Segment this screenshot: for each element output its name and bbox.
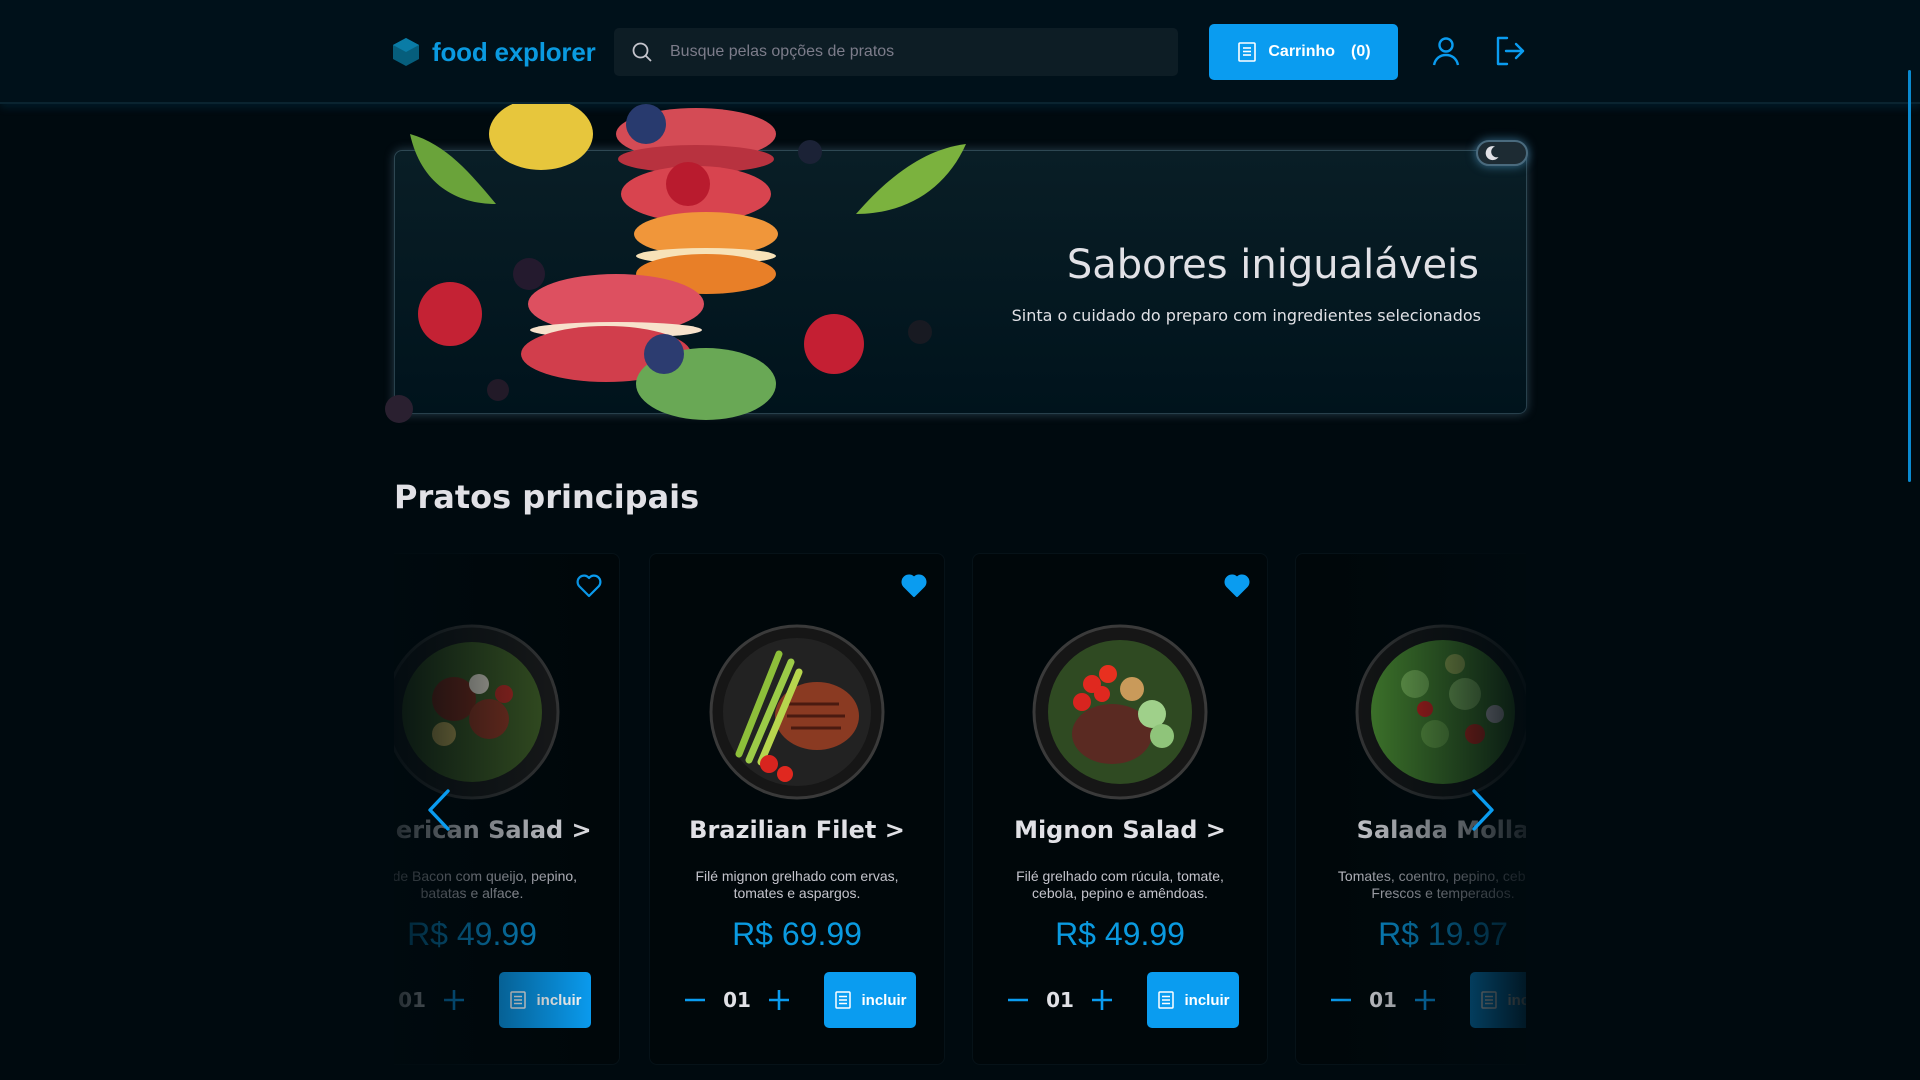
search-icon bbox=[632, 42, 652, 62]
minus-icon bbox=[685, 998, 705, 1002]
heart-icon[interactable] bbox=[1223, 572, 1251, 600]
dish-description: Filé grelhado com rúcula, tomate, cebola… bbox=[1016, 868, 1224, 901]
dish-price: R$ 49.99 bbox=[1055, 916, 1185, 952]
heart-icon[interactable] bbox=[900, 572, 928, 600]
dish-price: R$ 19.97 bbox=[1378, 916, 1508, 952]
dish-controls: 01 incluir bbox=[973, 972, 1267, 1028]
dish-price: R$ 69.99 bbox=[732, 916, 862, 952]
minus-icon bbox=[1331, 998, 1351, 1002]
plus-icon bbox=[444, 990, 464, 1010]
hero-subtitle: Sinta o cuidado do preparo com ingredien… bbox=[1011, 306, 1481, 325]
cart-button[interactable]: Carrinho (0) bbox=[1209, 24, 1398, 80]
dish-description: Filé mignon grelhado com ervas, tomates … bbox=[695, 868, 899, 901]
receipt-icon bbox=[1238, 42, 1257, 62]
quantity: 01 bbox=[1046, 988, 1074, 1012]
increase-button[interactable] bbox=[437, 983, 471, 1017]
receipt-icon bbox=[510, 991, 527, 1009]
dish-card[interactable]: Mignon Salad > Filé grelhado com rúcula,… bbox=[972, 553, 1268, 1065]
receipt-icon bbox=[1158, 991, 1175, 1009]
dish-controls: 01 incluir bbox=[650, 972, 944, 1028]
dish-name[interactable]: Brazilian Filet > bbox=[650, 816, 944, 844]
carousel-next-button[interactable] bbox=[1466, 785, 1500, 835]
cart-label: Carrinho bbox=[1268, 43, 1336, 60]
plus-icon bbox=[1415, 990, 1435, 1010]
moon-icon bbox=[1485, 146, 1499, 161]
receipt-icon bbox=[835, 991, 852, 1009]
hexagon-icon bbox=[393, 38, 419, 66]
profile-button[interactable] bbox=[1429, 34, 1463, 68]
increase-button[interactable] bbox=[1408, 983, 1442, 1017]
page-scrollbar[interactable] bbox=[1908, 70, 1911, 482]
sign-out-icon bbox=[1496, 36, 1525, 66]
logo-text: food explorer bbox=[432, 36, 596, 67]
quantity: 01 bbox=[398, 988, 426, 1012]
quantity: 01 bbox=[723, 988, 751, 1012]
add-button[interactable]: incluir bbox=[1470, 972, 1526, 1028]
dish-image[interactable] bbox=[709, 624, 885, 800]
hero-title: Sabores inigualáveis bbox=[1066, 242, 1479, 288]
increase-button[interactable] bbox=[762, 983, 796, 1017]
heart-icon[interactable] bbox=[575, 572, 603, 600]
minus-icon bbox=[1008, 998, 1028, 1002]
add-label: incluir bbox=[536, 991, 582, 1009]
cart-count: (0) bbox=[1351, 43, 1371, 60]
logo[interactable]: food explorer bbox=[392, 34, 596, 70]
dish-carousel[interactable]: American Salad > Mix de Bacon com queijo… bbox=[394, 553, 1526, 1065]
user-icon bbox=[1432, 37, 1460, 66]
dish-description: Mix de Bacon com queijo, pepino, batatas… bbox=[394, 868, 578, 901]
increase-button[interactable] bbox=[1085, 983, 1119, 1017]
decrease-button[interactable] bbox=[1001, 983, 1035, 1017]
decrease-button[interactable] bbox=[678, 983, 712, 1017]
plus-icon bbox=[1092, 990, 1112, 1010]
chevron-left-icon bbox=[428, 789, 450, 831]
receipt-icon bbox=[1481, 991, 1498, 1009]
dish-image[interactable] bbox=[1032, 624, 1208, 800]
theme-toggle[interactable] bbox=[1476, 140, 1528, 166]
hero-banner: Sabores inigualáveis Sinta o cuidado do … bbox=[394, 150, 1527, 414]
section-title: Pratos principais bbox=[394, 478, 700, 516]
dish-name[interactable]: Mignon Salad > bbox=[973, 816, 1267, 844]
chevron-right-icon bbox=[1472, 789, 1494, 831]
dish-controls: 01 incluir bbox=[1296, 972, 1526, 1028]
dish-price: R$ 49.99 bbox=[407, 916, 537, 952]
search-input[interactable] bbox=[670, 43, 1150, 61]
search-bar[interactable] bbox=[614, 28, 1178, 76]
dish-card[interactable]: Brazilian Filet > Filé mignon grelhado c… bbox=[649, 553, 945, 1065]
quantity: 01 bbox=[1369, 988, 1397, 1012]
app-header: food explorer Carrinho (0) bbox=[0, 0, 1920, 104]
dish-controls: 01 incluir bbox=[394, 972, 619, 1028]
dish-description: Tomates, coentro, pepino, cebola. Fresco… bbox=[1337, 868, 1526, 901]
add-button[interactable]: incluir bbox=[499, 972, 591, 1028]
logout-button[interactable] bbox=[1493, 34, 1527, 68]
dish-image[interactable] bbox=[394, 624, 560, 800]
add-button[interactable]: incluir bbox=[824, 972, 916, 1028]
decrease-button[interactable] bbox=[1324, 983, 1358, 1017]
plus-icon bbox=[769, 990, 789, 1010]
carousel-prev-button[interactable] bbox=[422, 785, 456, 835]
add-label: incluir bbox=[1184, 991, 1230, 1009]
add-button[interactable]: incluir bbox=[1147, 972, 1239, 1028]
add-label: incluir bbox=[1507, 991, 1526, 1009]
dish-image[interactable] bbox=[1355, 624, 1526, 800]
add-label: incluir bbox=[861, 991, 907, 1009]
